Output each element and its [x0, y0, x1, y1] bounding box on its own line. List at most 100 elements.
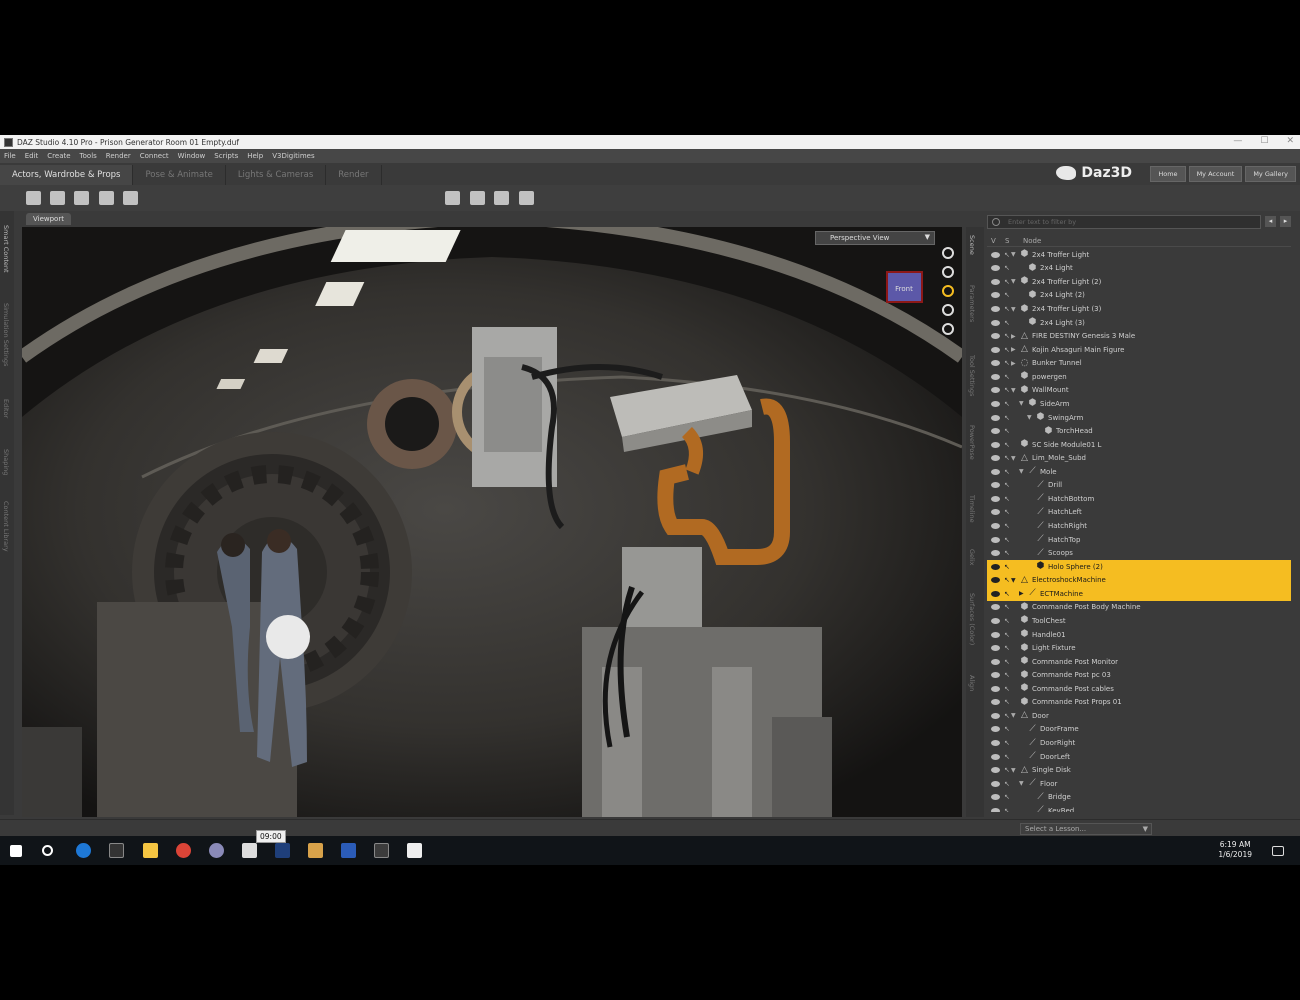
- visibility-eye-icon[interactable]: [991, 333, 1000, 340]
- scene-node-row[interactable]: ↖ ⟋ DoorFrame: [987, 723, 1291, 737]
- visibility-eye-icon[interactable]: [991, 767, 1000, 774]
- camera-render-icon[interactable]: [519, 191, 534, 205]
- visibility-eye-icon[interactable]: [991, 360, 1000, 367]
- selectable-cursor-icon[interactable]: ↖: [1004, 508, 1010, 516]
- minimize-icon[interactable]: —: [1233, 136, 1242, 146]
- scene-node-row[interactable]: ↖ ▶ ⟋ ECTMachine: [987, 587, 1291, 601]
- visibility-eye-icon[interactable]: [991, 292, 1000, 299]
- tab-align[interactable]: Align: [968, 675, 976, 691]
- menu-create[interactable]: Create: [47, 152, 70, 160]
- tab-gelix[interactable]: Gelix: [968, 549, 976, 566]
- selectable-cursor-icon[interactable]: ↖: [1004, 264, 1010, 272]
- scene-node-row[interactable]: ↖ ▶ △ Kojin Ahsaguri Main Figure: [987, 343, 1291, 357]
- scene-node-row[interactable]: ↖ ▼ ⟋ Mole: [987, 465, 1291, 479]
- tab-tool-settings[interactable]: Tool Settings: [968, 355, 976, 396]
- visibility-eye-icon[interactable]: [991, 387, 1000, 394]
- menu-edit[interactable]: Edit: [25, 152, 39, 160]
- visibility-eye-icon[interactable]: [991, 753, 1000, 760]
- pan-icon[interactable]: [942, 266, 954, 278]
- selectable-cursor-icon[interactable]: ↖: [1004, 725, 1010, 733]
- selectable-cursor-icon[interactable]: ↖: [1004, 644, 1010, 652]
- chrome-icon[interactable]: [176, 843, 191, 858]
- select-tool-icon[interactable]: [26, 191, 41, 205]
- viewport-tab[interactable]: Viewport: [26, 213, 71, 225]
- column-selectable[interactable]: S: [999, 237, 1015, 245]
- selectable-cursor-icon[interactable]: ↖: [1004, 631, 1010, 639]
- scene-node-row[interactable]: ↖ ⬢ Holo Sphere (2): [987, 559, 1291, 574]
- tab-shaping[interactable]: Shaping: [2, 449, 10, 475]
- expand-arrow-icon[interactable]: ▶: [1019, 590, 1024, 597]
- selectable-cursor-icon[interactable]: ↖: [1004, 712, 1010, 720]
- pose-tool-icon[interactable]: [74, 191, 89, 205]
- scene-node-row[interactable]: ↖ ⬢ SC Side Module01 L: [987, 438, 1291, 452]
- menu-v3digitimes[interactable]: V3Digitimes: [272, 152, 314, 160]
- transform-tool-icon[interactable]: [99, 191, 114, 205]
- app-icon[interactable]: [209, 843, 224, 858]
- expand-arrow-icon[interactable]: ▶: [1011, 360, 1016, 367]
- scene-node-row[interactable]: ↖ ⟋ DoorRight: [987, 736, 1291, 750]
- scene-node-row[interactable]: ↖ ▼ △ Single Disk: [987, 763, 1291, 777]
- expand-arrow-icon[interactable]: ▼: [1011, 278, 1016, 285]
- my-gallery-link[interactable]: My Gallery: [1245, 166, 1296, 182]
- scene-node-row[interactable]: ↖ ⟋ HatchTop: [987, 533, 1291, 547]
- tab-content-library[interactable]: Content Library: [2, 501, 10, 552]
- expand-arrow-icon[interactable]: ▶: [1011, 346, 1016, 353]
- visibility-eye-icon[interactable]: [991, 780, 1000, 787]
- scene-node-row[interactable]: ↖ ⬢ 2x4 Light: [987, 262, 1291, 276]
- visibility-eye-icon[interactable]: [991, 807, 1000, 812]
- selectable-cursor-icon[interactable]: ↖: [1004, 563, 1010, 571]
- tab-surfaces[interactable]: Surfaces (Color): [968, 593, 976, 645]
- lesson-select[interactable]: Select a Lesson... ▼: [1020, 823, 1152, 835]
- expand-arrow-icon[interactable]: ▼: [1011, 251, 1016, 258]
- scene-node-row[interactable]: ↖ ⟋ Bridge: [987, 791, 1291, 805]
- selectable-cursor-icon[interactable]: ↖: [1004, 549, 1010, 557]
- selectable-cursor-icon[interactable]: ↖: [1004, 698, 1010, 706]
- menu-connect[interactable]: Connect: [140, 152, 169, 160]
- calculator-icon[interactable]: [242, 843, 257, 858]
- scene-node-row[interactable]: ↖ ⬢ ToolChest: [987, 614, 1291, 628]
- tab-scene[interactable]: Scene: [968, 235, 976, 255]
- selectable-cursor-icon[interactable]: ↖: [1004, 576, 1010, 584]
- column-node[interactable]: Node: [1015, 237, 1041, 245]
- expand-arrow-icon[interactable]: ▼: [1019, 780, 1024, 787]
- selectable-cursor-icon[interactable]: ↖: [1004, 807, 1010, 812]
- system-clock[interactable]: 6:19 AM 1/6/2019: [1218, 840, 1252, 860]
- visibility-eye-icon[interactable]: [991, 550, 1000, 557]
- scene-node-row[interactable]: ↖ ▼ ⬢ WallMount: [987, 384, 1291, 398]
- selectable-cursor-icon[interactable]: ↖: [1004, 481, 1010, 489]
- visibility-eye-icon[interactable]: [991, 523, 1000, 530]
- visibility-eye-icon[interactable]: [991, 712, 1000, 719]
- menu-tools[interactable]: Tools: [80, 152, 97, 160]
- scene-node-row[interactable]: ↖ ⟋ Drill: [987, 479, 1291, 493]
- visibility-eye-icon[interactable]: [991, 346, 1000, 353]
- visibility-eye-icon[interactable]: [991, 536, 1000, 543]
- scene-node-row[interactable]: ↖ ⟋ HatchBottom: [987, 492, 1291, 506]
- maximize-icon[interactable]: ☐: [1260, 136, 1268, 146]
- photoshop-icon[interactable]: [275, 843, 290, 858]
- selectable-cursor-icon[interactable]: ↖: [1004, 332, 1010, 340]
- command-prompt-icon[interactable]: [109, 843, 124, 858]
- cortana-search-icon[interactable]: [42, 845, 53, 856]
- visibility-eye-icon[interactable]: [991, 631, 1000, 638]
- visibility-eye-icon[interactable]: [991, 319, 1000, 326]
- selectable-cursor-icon[interactable]: ↖: [1004, 400, 1010, 408]
- selectable-cursor-icon[interactable]: ↖: [1004, 671, 1010, 679]
- word-icon[interactable]: [341, 843, 356, 858]
- expand-arrow-icon[interactable]: ▼: [1011, 577, 1016, 584]
- visibility-eye-icon[interactable]: [991, 726, 1000, 733]
- home-link[interactable]: Home: [1150, 166, 1186, 182]
- selectable-cursor-icon[interactable]: ↖: [1004, 305, 1010, 313]
- selectable-cursor-icon[interactable]: ↖: [1004, 278, 1010, 286]
- tab-pose-animate[interactable]: Pose & Animate: [133, 165, 226, 185]
- frame-icon[interactable]: [942, 304, 954, 316]
- scene-node-row[interactable]: ↖ ⬢ Commande Post pc 03: [987, 668, 1291, 682]
- scene-filter-input[interactable]: Enter text to filter by: [987, 215, 1261, 229]
- selectable-cursor-icon[interactable]: ↖: [1004, 617, 1010, 625]
- scene-node-row[interactable]: ↖ ▼ △ ElectroshockMachine: [987, 573, 1291, 588]
- visibility-eye-icon[interactable]: [991, 604, 1000, 611]
- visibility-eye-icon[interactable]: [991, 658, 1000, 665]
- selectable-cursor-icon[interactable]: ↖: [1004, 468, 1010, 476]
- selectable-cursor-icon[interactable]: ↖: [1004, 753, 1010, 761]
- photos-icon[interactable]: [407, 843, 422, 858]
- tab-actors-wardrobe-props[interactable]: Actors, Wardrobe & Props: [0, 165, 134, 185]
